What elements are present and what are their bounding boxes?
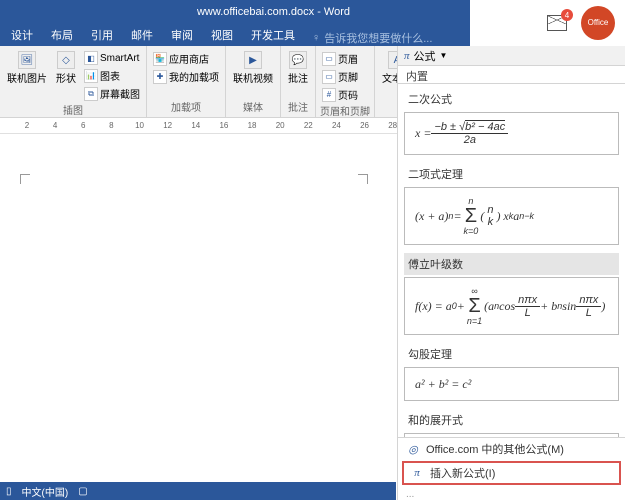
external-toolbar: 4 Office bbox=[470, 0, 625, 46]
pi-icon: π bbox=[410, 466, 424, 480]
equation-list: 二次公式 x = −b ± √b² − 4ac2a 二项式定理 (x + a)n… bbox=[398, 84, 625, 437]
footer-button[interactable]: ▭页脚 bbox=[320, 68, 360, 85]
ribbon-group-header-footer: ▭页眉 ▭页脚 #页码 页眉和页脚 bbox=[316, 46, 375, 117]
shapes-button[interactable]: ◇形状 bbox=[53, 50, 79, 86]
page-number-button[interactable]: #页码 bbox=[320, 86, 360, 103]
document-area[interactable] bbox=[0, 134, 396, 482]
office-badge[interactable]: Office bbox=[581, 6, 615, 40]
equation-quadratic[interactable]: 二次公式 x = −b ± √b² − 4ac2a bbox=[404, 88, 619, 155]
mail-button[interactable]: 4 bbox=[547, 15, 567, 31]
equation-panel-header[interactable]: π 公式 ▼ bbox=[398, 46, 625, 66]
status-icon: ▯ bbox=[6, 486, 12, 497]
equation-category: 内置 bbox=[398, 66, 625, 84]
tab-design[interactable]: 设计 bbox=[2, 24, 42, 46]
online-pictures-button[interactable]: 🖼联机图片 bbox=[4, 50, 50, 86]
my-addins-button[interactable]: ✚我的加载项 bbox=[151, 68, 221, 85]
tab-layout[interactable]: 布局 bbox=[42, 24, 82, 46]
ribbon-group-media: ▶联机视频 媒体 bbox=[226, 46, 281, 117]
page-margin-marker bbox=[20, 174, 30, 184]
tab-references[interactable]: 引用 bbox=[82, 24, 122, 46]
dropdown-icon: ▼ bbox=[440, 51, 448, 60]
status-language[interactable]: 中文(中国) bbox=[22, 484, 69, 499]
bulb-icon: ♀ bbox=[312, 32, 320, 44]
insert-new-equation[interactable]: π插入新公式(I) bbox=[402, 461, 621, 485]
status-icon2: ▢ bbox=[78, 486, 87, 497]
equation-panel-footer: ◎Office.com 中的其他公式(M) π插入新公式(I) ... bbox=[398, 437, 625, 500]
equation-expansion[interactable]: 和的展开式 (1 + x)n = 1 + nx1! + n(n−1)x²2! +… bbox=[404, 409, 619, 437]
comment-button[interactable]: 💬批注 bbox=[285, 50, 311, 86]
store-button[interactable]: 🏪应用商店 bbox=[151, 50, 221, 67]
office-icon: ◎ bbox=[406, 442, 420, 456]
ribbon-group-comments: 💬批注 批注 bbox=[281, 46, 316, 117]
equation-binomial[interactable]: 二项式定理 (x + a)n = nΣk=0(nk) xkan−k bbox=[404, 163, 619, 245]
more-equations-link[interactable]: ◎Office.com 中的其他公式(M) bbox=[398, 438, 625, 460]
pi-icon: π bbox=[404, 50, 410, 62]
tab-review[interactable]: 审阅 bbox=[162, 24, 202, 46]
mail-badge: 4 bbox=[561, 9, 573, 21]
smartart-button[interactable]: ◧SmartArt bbox=[82, 50, 142, 66]
document-title: www.officebai.com.docx - Word bbox=[0, 6, 547, 18]
page-margin-marker bbox=[358, 174, 368, 184]
ribbon-group-addins: 🏪应用商店 ✚我的加载项 加载项 bbox=[147, 46, 226, 117]
screenshot-button[interactable]: ⧉屏幕截图 bbox=[82, 85, 142, 102]
chart-button[interactable]: 📊图表 bbox=[82, 67, 142, 84]
tab-developer[interactable]: 开发工具 bbox=[242, 24, 304, 46]
online-video-button[interactable]: ▶联机视频 bbox=[230, 50, 276, 86]
ribbon-group-illustrations: 🖼联机图片 ◇形状 ◧SmartArt 📊图表 ⧉屏幕截图 插图 bbox=[0, 46, 147, 117]
tab-mailings[interactable]: 邮件 bbox=[122, 24, 162, 46]
equation-extra[interactable]: ... bbox=[398, 486, 625, 500]
equation-panel: π 公式 ▼ 内置 二次公式 x = −b ± √b² − 4ac2a 二项式定… bbox=[397, 46, 625, 500]
header-button[interactable]: ▭页眉 bbox=[320, 50, 360, 67]
status-bar: ▯ 中文(中国) ▢ bbox=[0, 482, 396, 500]
equation-pythagoras[interactable]: 勾股定理 a² + b² = c² bbox=[404, 343, 619, 401]
equation-fourier[interactable]: 傅立叶级数 f(x) = a0 + ∞Σn=1(an cosnπxL + bn … bbox=[404, 253, 619, 335]
tab-view[interactable]: 视图 bbox=[202, 24, 242, 46]
